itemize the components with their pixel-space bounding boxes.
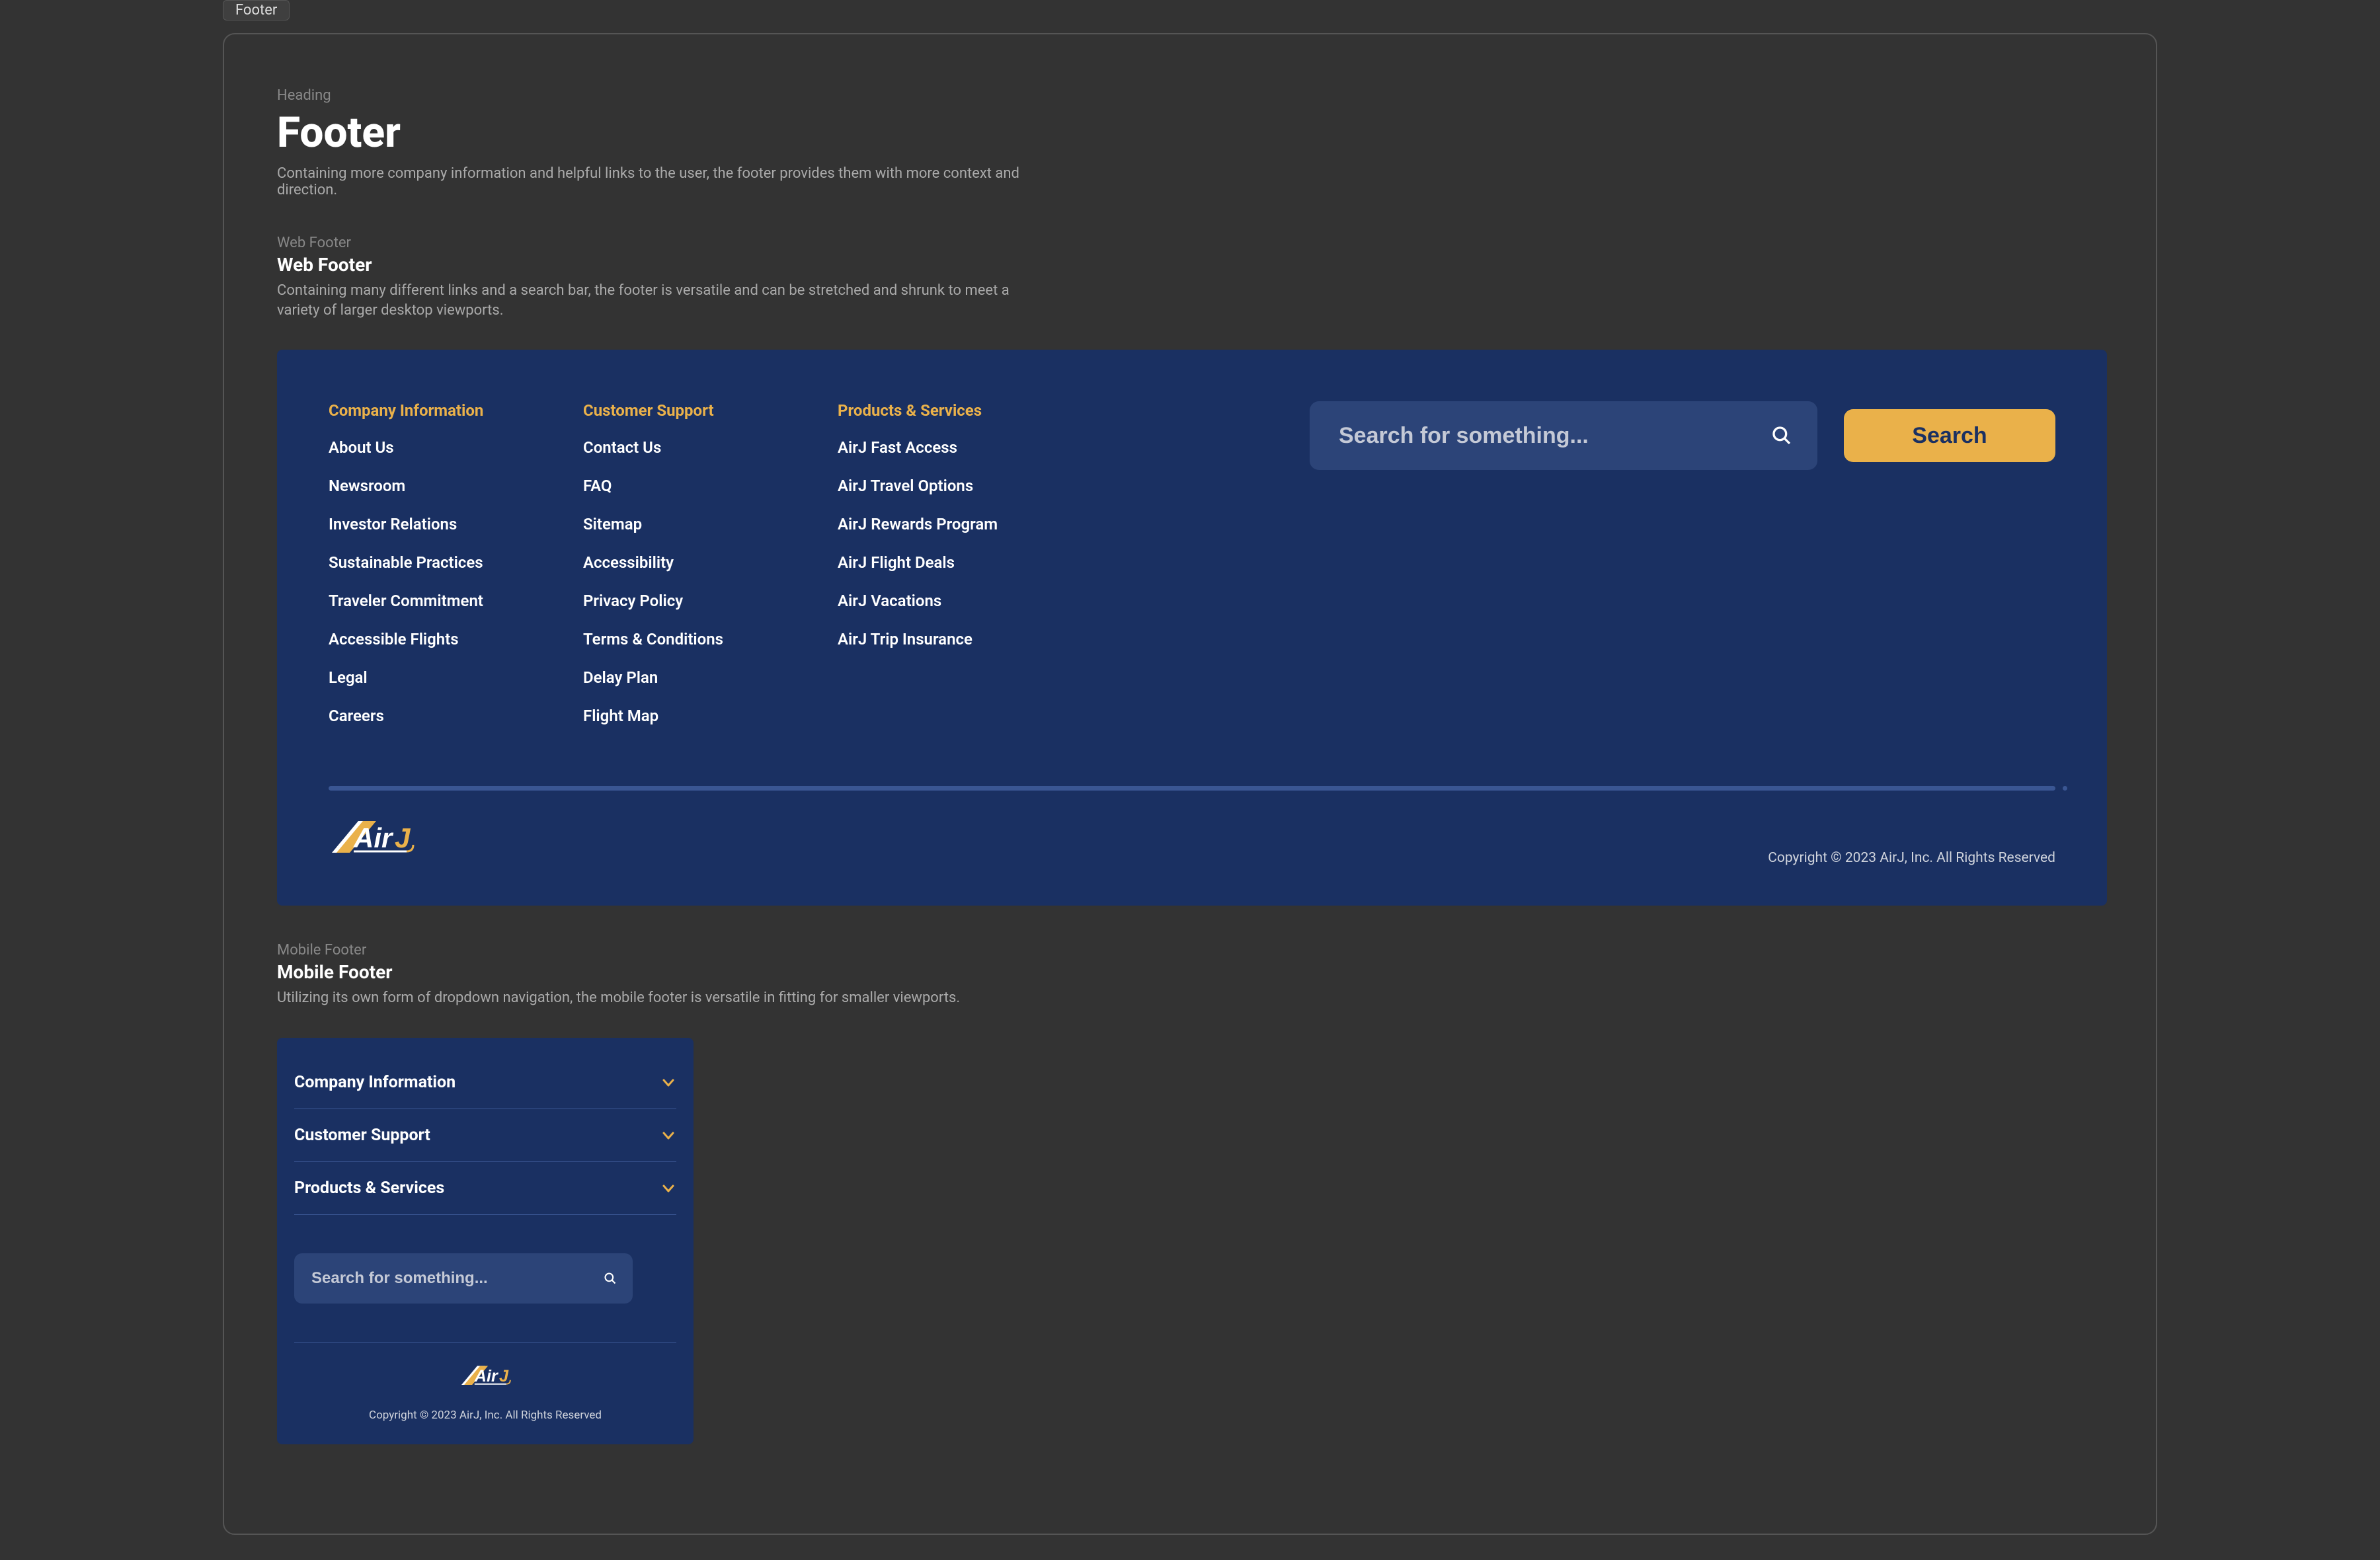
tab-footer[interactable]: Footer xyxy=(223,0,290,20)
footer-link[interactable]: Careers xyxy=(329,707,583,725)
mobile-footer-description: Utilizing its own form of dropdown navig… xyxy=(277,988,1037,1008)
footer-link[interactable]: Flight Map xyxy=(583,707,838,725)
chevron-down-icon xyxy=(660,1128,676,1144)
footer-link[interactable]: Terms & Conditions xyxy=(583,630,838,648)
footer-col-title: Customer Support xyxy=(583,401,838,420)
search-box[interactable] xyxy=(1310,401,1817,470)
footer-link[interactable]: Privacy Policy xyxy=(583,592,838,610)
web-footer-overline: Web Footer xyxy=(277,235,2103,251)
heading-overline: Heading xyxy=(277,87,2103,104)
footer-link[interactable]: AirJ Fast Access xyxy=(838,438,1092,457)
footer-link[interactable]: FAQ xyxy=(583,477,838,495)
brand-logo: Air J xyxy=(329,813,415,866)
footer-link[interactable]: About Us xyxy=(329,438,583,457)
accordion-row[interactable]: Customer Support xyxy=(294,1109,676,1162)
web-footer-title: Web Footer xyxy=(277,254,2103,276)
footer-link[interactable]: Contact Us xyxy=(583,438,838,457)
footer-link[interactable]: Traveler Commitment xyxy=(329,592,583,610)
mobile-footer-overline: Mobile Footer xyxy=(277,942,2103,958)
accordion-row-title: Products & Services xyxy=(294,1179,444,1198)
page-description: Containing more company information and … xyxy=(277,165,1070,198)
svg-text:J: J xyxy=(499,1367,509,1385)
footer-col-links: AirJ Fast Access AirJ Travel Options AirJ … xyxy=(838,438,1092,648)
divider xyxy=(329,786,2055,791)
search-input[interactable] xyxy=(1339,423,1788,449)
mobile-footer-title: Mobile Footer xyxy=(277,961,2103,983)
footer-link[interactable]: Investor Relations xyxy=(329,515,583,533)
page-title: Footer xyxy=(277,108,2103,157)
footer-col-links: About Us Newsroom Investor Relations Sustai… xyxy=(329,438,583,725)
footer-col-company: Company Information About Us Newsroom Inve… xyxy=(329,401,583,745)
search-box[interactable] xyxy=(294,1253,633,1304)
footer-link[interactable]: AirJ Rewards Program xyxy=(838,515,1092,533)
search-icon xyxy=(604,1272,617,1285)
web-footer-description: Containing many different links and a se… xyxy=(277,281,1037,320)
footer-col-title: Company Information xyxy=(329,401,583,420)
search-button[interactable]: Search xyxy=(1844,409,2055,462)
footer-col-title: Products & Services xyxy=(838,401,1092,420)
footer-link[interactable]: Delay Plan xyxy=(583,668,838,687)
page-panel: Heading Footer Containing more company i… xyxy=(223,33,2157,1535)
footer-link[interactable]: Accessibility xyxy=(583,553,838,572)
footer-col-products: Products & Services AirJ Fast AccessAirJ… xyxy=(838,401,1092,745)
footer-link[interactable]: Sustainable Practices xyxy=(329,553,583,572)
footer-link[interactable]: AirJ Travel Options xyxy=(838,477,1092,495)
chevron-down-icon xyxy=(660,1075,676,1091)
search-input[interactable] xyxy=(311,1269,615,1288)
accordion-row-title: Customer Support xyxy=(294,1126,430,1145)
copyright-text: Copyright © 2023 AirJ, Inc. All Rights R… xyxy=(294,1409,676,1422)
search-icon xyxy=(1771,425,1792,446)
mobile-footer-sections: Company Information Customer Support Produ… xyxy=(294,1056,676,1215)
footer-link[interactable]: AirJ Trip Insurance xyxy=(838,630,1092,648)
footer-link[interactable]: AirJ Vacations xyxy=(838,592,1092,610)
accordion-row[interactable]: Products & Services xyxy=(294,1162,676,1215)
footer-link[interactable]: Sitemap xyxy=(583,515,838,533)
svg-text:Air: Air xyxy=(353,822,394,853)
accordion-row[interactable]: Company Information xyxy=(294,1056,676,1109)
footer-col-support: Customer Support Contact Us FAQ Sitemap Acc… xyxy=(583,401,838,745)
footer-link[interactable]: Accessible Flights xyxy=(329,630,583,648)
footer-link[interactable]: AirJ Flight Deals xyxy=(838,553,1092,572)
mobile-footer-component: Company Information Customer Support Produ… xyxy=(277,1038,694,1444)
copyright-text: Copyright © 2023 AirJ, Inc. All Rights R… xyxy=(1768,850,2055,866)
accordion-row-title: Company Information xyxy=(294,1073,456,1092)
brand-logo: Air J xyxy=(294,1361,676,1393)
footer-col-links: Contact Us FAQ Sitemap Accessibility Privacy… xyxy=(583,438,838,725)
divider xyxy=(294,1342,676,1343)
svg-text:Air: Air xyxy=(474,1367,498,1385)
footer-link[interactable]: Legal xyxy=(329,668,583,687)
chevron-down-icon xyxy=(660,1181,676,1196)
svg-text:J: J xyxy=(395,822,411,853)
web-footer-component: Company Information About Us Newsroom Inve… xyxy=(277,350,2107,906)
footer-link[interactable]: Newsroom xyxy=(329,477,583,495)
